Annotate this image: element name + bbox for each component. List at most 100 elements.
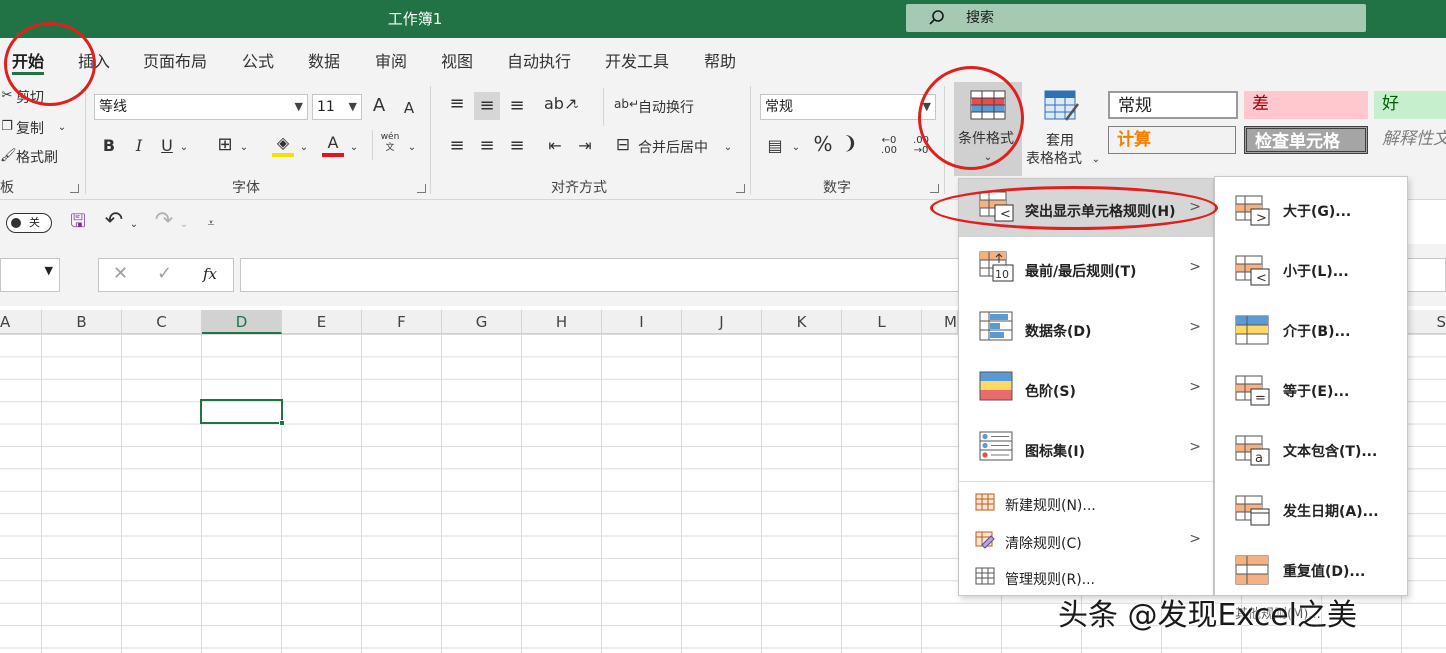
font-name-select[interactable]: 等线 ▼ bbox=[94, 94, 308, 120]
style-normal[interactable]: 常规 bbox=[1108, 91, 1238, 119]
column-header[interactable]: S bbox=[1408, 310, 1446, 334]
menu-item-label: 数据条(D) bbox=[1025, 324, 1092, 340]
undo-icon[interactable]: ↶ bbox=[102, 210, 126, 232]
style-bad[interactable]: 差 bbox=[1244, 91, 1368, 119]
tab-review[interactable]: 审阅 bbox=[375, 48, 407, 72]
align-top-icon[interactable]: ≡ bbox=[446, 94, 468, 114]
tab-help[interactable]: 帮助 bbox=[704, 48, 736, 72]
fill-color-icon[interactable]: ◈ bbox=[272, 133, 294, 157]
chevron-down-icon[interactable]: ⌄ bbox=[238, 138, 250, 158]
menu-item-clear-rules[interactable]: 清除规则(C) > bbox=[959, 521, 1213, 559]
tab-page-layout[interactable]: 页面布局 bbox=[143, 48, 207, 72]
chevron-down-icon[interactable]: ⌄ bbox=[790, 138, 802, 158]
menu-item-new-rule[interactable]: 新建规则(N)... bbox=[959, 483, 1213, 521]
accounting-format-icon[interactable]: ▤ bbox=[764, 136, 786, 156]
format-painter-button[interactable]: 格式刷 bbox=[16, 147, 58, 167]
font-name-value: 等线 bbox=[99, 99, 127, 115]
style-good[interactable]: 好 bbox=[1374, 91, 1446, 119]
chevron-down-icon[interactable]: ⌄ bbox=[722, 138, 734, 158]
active-cell[interactable] bbox=[200, 399, 283, 424]
column-header[interactable]: G bbox=[442, 310, 522, 334]
grow-font-icon[interactable]: A bbox=[368, 96, 390, 116]
submenu-item-text-contains[interactable]: a 文本包含(T)... bbox=[1215, 421, 1407, 481]
tab-view[interactable]: 视图 bbox=[441, 48, 473, 72]
menu-item-top-bottom-rules[interactable]: 10 最前/最后规则(T) > bbox=[959, 237, 1213, 297]
tab-automate[interactable]: 自动执行 bbox=[507, 48, 571, 72]
cancel-icon[interactable]: ✕ bbox=[113, 263, 128, 284]
align-center-icon[interactable]: ≡ bbox=[476, 136, 498, 156]
submenu-item-less-than[interactable]: < 小于(L)... bbox=[1215, 241, 1407, 301]
borders-icon[interactable]: ⊞ bbox=[214, 135, 236, 155]
comma-style-button[interactable]: ❩ bbox=[842, 134, 858, 154]
column-header-active[interactable]: D bbox=[202, 310, 282, 334]
column-header[interactable]: I bbox=[602, 310, 682, 334]
column-header[interactable]: J bbox=[682, 310, 762, 334]
chevron-down-icon[interactable]: ⌄ bbox=[406, 138, 418, 158]
chevron-down-icon[interactable]: ⌄ bbox=[178, 215, 190, 235]
chevron-down-icon[interactable]: ⌄ bbox=[178, 138, 190, 158]
submenu-item-between[interactable]: 介于(B)... bbox=[1215, 301, 1407, 361]
menu-item-icon-sets[interactable]: 图标集(I) > bbox=[959, 417, 1213, 479]
wrap-text-button[interactable]: 自动换行 bbox=[638, 97, 694, 117]
decrease-indent-icon[interactable]: ⇤ bbox=[544, 136, 566, 156]
align-bottom-icon[interactable]: ≡ bbox=[506, 96, 528, 116]
column-header[interactable]: M bbox=[922, 310, 958, 334]
format-as-table-button[interactable]: 套用 表格格式 ⌄ bbox=[1026, 82, 1102, 176]
style-check-cell[interactable]: 检查单元格 bbox=[1244, 126, 1368, 154]
column-header[interactable]: F bbox=[362, 310, 442, 334]
merge-center-button[interactable]: 合并后居中 bbox=[638, 137, 708, 157]
copy-button[interactable]: 复制 bbox=[16, 118, 44, 138]
submenu-item-greater-than[interactable]: > 大于(G)... bbox=[1215, 181, 1407, 241]
align-left-icon[interactable]: ≡ bbox=[446, 136, 468, 156]
chevron-down-icon[interactable]: ⌄ bbox=[128, 215, 140, 235]
style-calculation[interactable]: 计算 bbox=[1108, 126, 1236, 154]
tab-developer[interactable]: 开发工具 bbox=[605, 48, 669, 72]
column-header[interactable]: L bbox=[842, 310, 922, 334]
fill-handle[interactable] bbox=[279, 420, 285, 426]
autosave-toggle[interactable]: 关 bbox=[6, 213, 52, 233]
redo-icon[interactable]: ↷ bbox=[152, 210, 176, 232]
chevron-down-icon[interactable]: ⌄ bbox=[298, 138, 310, 158]
menu-item-color-scales[interactable]: 色阶(S) > bbox=[959, 357, 1213, 417]
tab-formulas[interactable]: 公式 bbox=[242, 48, 274, 72]
submenu-item-equal-to[interactable]: = 等于(E)... bbox=[1215, 361, 1407, 421]
customize-qat-icon[interactable]: ⩡ bbox=[204, 213, 218, 233]
tab-data[interactable]: 数据 bbox=[308, 48, 340, 72]
insert-function-button[interactable]: fx bbox=[203, 265, 217, 283]
percent-button[interactable]: % bbox=[812, 134, 834, 154]
column-header[interactable]: A bbox=[0, 310, 42, 334]
dialog-launcher-icon[interactable] bbox=[70, 184, 79, 193]
name-box[interactable]: ▼ bbox=[0, 258, 60, 292]
dialog-launcher-icon[interactable] bbox=[930, 184, 939, 193]
enter-icon[interactable]: ✓ bbox=[157, 263, 172, 284]
increase-indent-icon[interactable]: ⇥ bbox=[574, 136, 596, 156]
submenu-item-date-occurring[interactable]: 发生日期(A)... bbox=[1215, 481, 1407, 541]
column-header[interactable]: B bbox=[42, 310, 122, 334]
menu-item-data-bars[interactable]: 数据条(D) > bbox=[959, 297, 1213, 357]
underline-button[interactable]: U bbox=[158, 136, 176, 156]
align-right-icon[interactable]: ≡ bbox=[506, 136, 528, 156]
style-explanatory[interactable]: 解释性文 bbox=[1374, 126, 1446, 154]
bold-button[interactable]: B bbox=[100, 136, 118, 156]
column-header[interactable]: K bbox=[762, 310, 842, 334]
italic-button[interactable]: I bbox=[130, 136, 148, 156]
column-header[interactable]: H bbox=[522, 310, 602, 334]
column-header[interactable]: E bbox=[282, 310, 362, 334]
orientation-icon[interactable]: ab↗ bbox=[544, 94, 577, 114]
phonetic-guide-icon[interactable]: wén 文 bbox=[378, 132, 402, 154]
font-size-select[interactable]: 11 ▼ bbox=[312, 94, 362, 120]
align-middle-icon[interactable]: ≡ bbox=[474, 92, 500, 120]
dialog-launcher-icon[interactable] bbox=[417, 184, 426, 193]
chevron-down-icon[interactable]: ⌄ bbox=[570, 96, 582, 116]
chevron-down-icon[interactable]: ▼ bbox=[45, 264, 53, 277]
increase-decimal-icon[interactable]: ←0.00 bbox=[876, 136, 902, 156]
chevron-down-icon[interactable]: ⌄ bbox=[348, 138, 360, 158]
number-format-select[interactable]: 常规 ▼ bbox=[760, 94, 936, 120]
dialog-launcher-icon[interactable] bbox=[736, 184, 745, 193]
chevron-down-icon[interactable]: ⌄ bbox=[56, 118, 68, 138]
column-header[interactable]: C bbox=[122, 310, 202, 334]
font-color-icon[interactable]: A bbox=[322, 133, 344, 157]
save-icon[interactable]: 🖫 bbox=[66, 212, 90, 234]
shrink-font-icon[interactable]: A bbox=[400, 98, 418, 118]
search-box[interactable]: 搜索 bbox=[906, 4, 1366, 32]
